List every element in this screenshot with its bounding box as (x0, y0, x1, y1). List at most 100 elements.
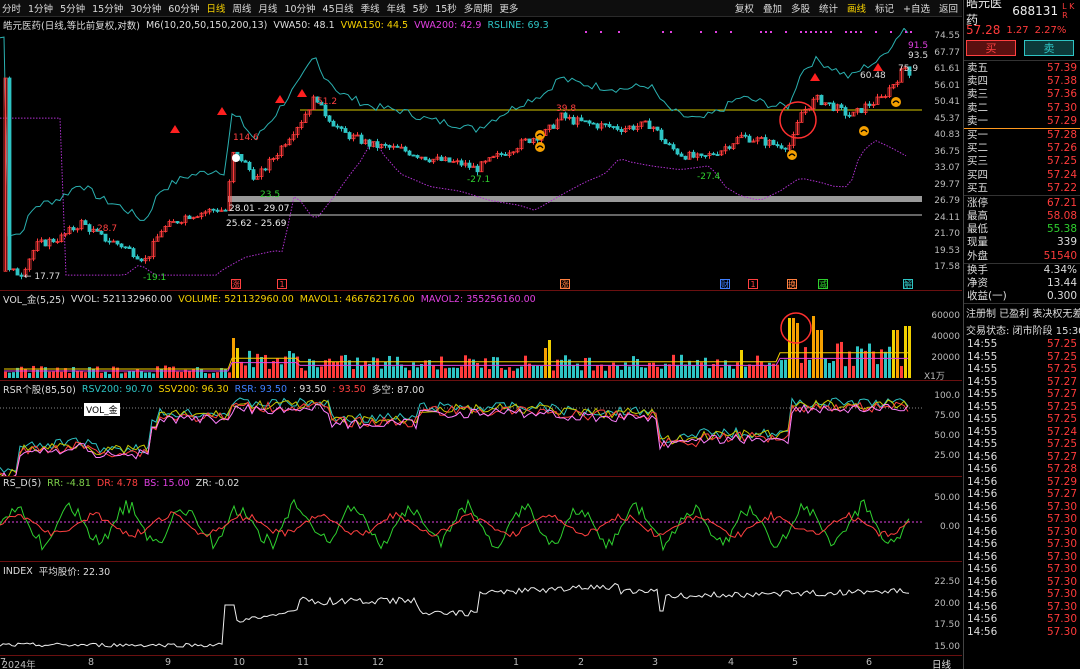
tick-time: 14:56 (967, 525, 998, 538)
volume-bar (460, 366, 463, 378)
event-marker: 财 (720, 279, 730, 289)
candle-body (423, 156, 428, 161)
buy-button[interactable]: 买 (966, 40, 1016, 56)
period-tab[interactable]: 月线 (258, 1, 277, 15)
tick-price: 57.30 (1046, 513, 1077, 526)
tick-row: 14:55 57.25 (964, 338, 1080, 351)
period-tab[interactable]: 日线 (206, 1, 225, 15)
period-tab[interactable]: 更多 (499, 1, 518, 15)
signal-dot (535, 130, 545, 140)
tick-price: 57.27 (1046, 388, 1077, 401)
tool-button[interactable]: 统计 (819, 1, 838, 15)
event-marker: 涨 (231, 279, 241, 289)
tool-button[interactable]: +自选 (903, 1, 930, 15)
tick-row: 14:55 57.25 (964, 351, 1080, 364)
volume-bar (20, 366, 23, 378)
period-tab[interactable]: 季线 (361, 1, 380, 15)
candle-body (607, 124, 612, 127)
tick-price: 57.30 (1046, 538, 1077, 551)
period-tab[interactable]: 1分钟 (28, 1, 53, 15)
period-tab[interactable]: 15分钟 (92, 1, 123, 15)
candle-body (659, 129, 664, 141)
volume-bar (688, 360, 691, 378)
tick-row: 14:55 57.25 (964, 363, 1080, 376)
tool-button[interactable]: 返回 (939, 1, 958, 15)
date-tick-label: 3 (652, 657, 659, 668)
volume-bar (820, 330, 823, 378)
volume-bar (856, 346, 859, 378)
rsd-chart[interactable] (0, 489, 962, 561)
volume-bar (176, 371, 179, 378)
period-tab[interactable]: 多周期 (464, 1, 493, 15)
quote-row: 卖四 57.38 (964, 75, 1080, 88)
candle-body (175, 221, 180, 224)
tool-button[interactable]: 叠加 (763, 1, 782, 15)
period-tab[interactable]: 5分钟 (60, 1, 85, 15)
sell-button[interactable]: 卖 (1024, 40, 1074, 56)
price-chart[interactable] (0, 28, 962, 290)
period-tab[interactable]: 周线 (232, 1, 251, 15)
period-tab[interactable]: 5秒 (413, 1, 429, 15)
quote-row: 现量 339 (964, 236, 1080, 249)
tick-list[interactable]: 14:55 57.25 14:55 57.25 14:55 57.25 14:55 57.27… (964, 338, 1080, 638)
signal-triangle (873, 63, 883, 71)
candle-body (783, 147, 788, 150)
volume-bar (24, 368, 27, 378)
tool-button[interactable]: 标记 (875, 1, 894, 15)
candle-body (375, 141, 380, 148)
price-line: 57.28 1.27 2.27% (964, 22, 1080, 38)
volume-bar (512, 370, 515, 378)
tool-button[interactable]: 复权 (735, 1, 754, 15)
period-tab[interactable]: 30分钟 (130, 1, 161, 15)
volume-bar (712, 363, 715, 378)
tick-time: 14:55 (967, 375, 998, 388)
tick-time: 14:56 (967, 613, 998, 626)
period-tab[interactable]: 15秒 (435, 1, 457, 15)
volume-bar (720, 367, 723, 378)
date-tick-label: 7 (0, 657, 7, 668)
axis-tick-label: 100.0 (934, 391, 960, 401)
signal-dot-top (805, 31, 807, 33)
period-tab[interactable]: 分时 (2, 1, 21, 15)
period-tab[interactable]: 60分钟 (168, 1, 199, 15)
signal-dot-top (585, 31, 587, 33)
volume-chart[interactable] (0, 303, 962, 380)
date-tick-label: 6 (866, 657, 873, 668)
rsr-chart[interactable] (0, 393, 962, 476)
volume-bar (40, 366, 43, 378)
tick-time: 14:56 (967, 550, 998, 563)
tool-button[interactable]: 画线 (847, 1, 866, 15)
tool-button[interactable]: 多股 (791, 1, 810, 15)
axis-tick-label: 40000 (931, 332, 960, 342)
candle-body (667, 143, 672, 146)
period-tab[interactable]: 45日线 (323, 1, 354, 15)
tick-row: 14:56 57.30 (964, 513, 1080, 526)
axis-tick-label: 17.58 (934, 262, 960, 272)
signal-dot-top (785, 31, 787, 33)
candle-body (43, 239, 48, 247)
volume-bar (64, 368, 67, 378)
volume-bar (620, 369, 623, 378)
tick-price: 57.25 (1046, 363, 1077, 376)
volume-bar (784, 359, 787, 378)
candle-body (327, 115, 332, 122)
volume-bar (280, 364, 283, 378)
period-tab[interactable]: 年线 (387, 1, 406, 15)
volume-bar (272, 361, 275, 378)
volume-bar (120, 373, 123, 378)
date-axis (0, 655, 962, 669)
candle-body (331, 120, 336, 127)
candle-body (87, 224, 92, 232)
signal-dot-top (855, 31, 857, 33)
volume-bar (180, 371, 183, 378)
index-chart[interactable] (0, 575, 962, 655)
period-tab[interactable]: 10分钟 (284, 1, 315, 15)
quote-row: 净资 13.44 (964, 277, 1080, 290)
candle-body (387, 145, 392, 148)
tick-row: 14:55 57.25 (964, 401, 1080, 414)
volume-bar (876, 364, 879, 378)
candle-body (51, 238, 56, 243)
volume-bar (744, 366, 747, 378)
candle-body (527, 138, 532, 144)
tick-time: 14:56 (967, 450, 998, 463)
